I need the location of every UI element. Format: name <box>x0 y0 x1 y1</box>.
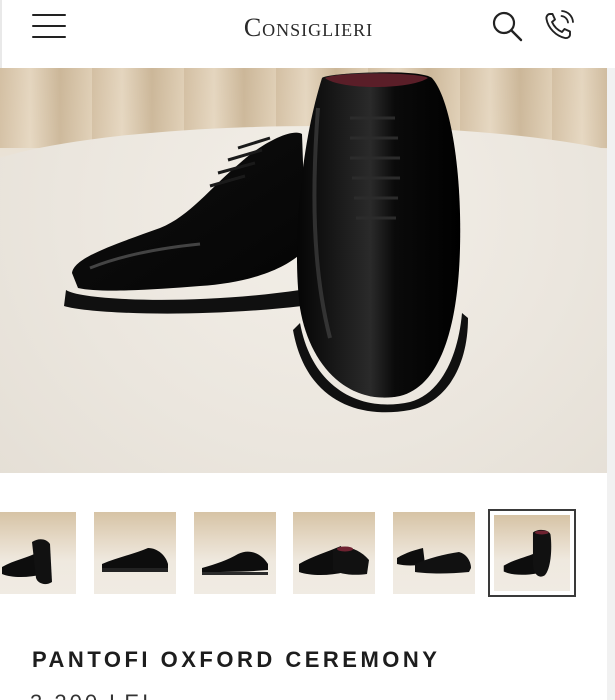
product-title: PANTOFI OXFORD CEREMONY <box>32 647 441 672</box>
shoe-pair-illustration <box>64 72 468 413</box>
thumbnail-4[interactable] <box>293 512 375 594</box>
top-header: Consiglieri <box>0 0 615 68</box>
thumbnail-5[interactable] <box>393 512 475 594</box>
thumbnail-6-selected[interactable] <box>488 509 576 597</box>
product-price: 3.200 LEI <box>30 690 151 700</box>
thumbnail-strip <box>0 500 607 610</box>
thumbnail-2[interactable] <box>94 512 176 594</box>
search-icon[interactable] <box>490 9 524 43</box>
right-edge-strip <box>607 0 615 700</box>
main-product-image[interactable] <box>0 68 607 473</box>
thumbnail-1[interactable] <box>0 512 76 594</box>
phone-call-icon[interactable] <box>542 8 578 42</box>
thumbnail-3[interactable] <box>194 512 276 594</box>
